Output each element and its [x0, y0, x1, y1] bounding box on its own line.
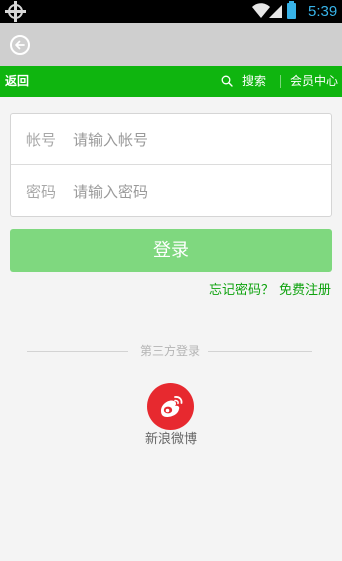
back-link[interactable]: 返回: [5, 74, 29, 88]
search-icon[interactable]: [221, 75, 233, 87]
weibo-label: 新浪微博: [144, 432, 197, 447]
forgot-password-link[interactable]: 忘记密码？: [209, 283, 274, 299]
battery-icon: [287, 1, 296, 19]
title-bar: [0, 23, 342, 66]
weibo-icon: [161, 396, 183, 417]
password-input[interactable]: [73, 178, 313, 206]
account-input[interactable]: [73, 126, 313, 154]
member-center-link[interactable]: 会员中心: [290, 74, 338, 88]
register-link[interactable]: 免费注册: [279, 283, 331, 299]
gps-icon: [5, 1, 26, 22]
nav-divider: [280, 75, 281, 88]
account-row: 帐号: [11, 114, 331, 165]
nav-bar: 返回 搜索 会员中心: [0, 66, 342, 97]
login-button[interactable]: 登录: [10, 229, 332, 272]
back-arrow-icon[interactable]: [10, 35, 30, 55]
weibo-login-button[interactable]: [147, 383, 194, 430]
third-party-login-title: 第三方登录: [139, 344, 200, 358]
divider-right: [208, 351, 312, 352]
wifi-icon: [252, 3, 270, 18]
status-time: 5:39: [308, 3, 338, 20]
password-row: 密码: [11, 166, 331, 217]
account-label: 帐号: [26, 131, 57, 149]
divider-left: [27, 351, 128, 352]
search-link[interactable]: 搜索: [242, 74, 266, 88]
password-label: 密码: [26, 183, 57, 201]
signal-icon: [269, 5, 282, 18]
login-form: 帐号 密码: [10, 113, 332, 217]
status-bar: 5:39: [0, 0, 342, 23]
